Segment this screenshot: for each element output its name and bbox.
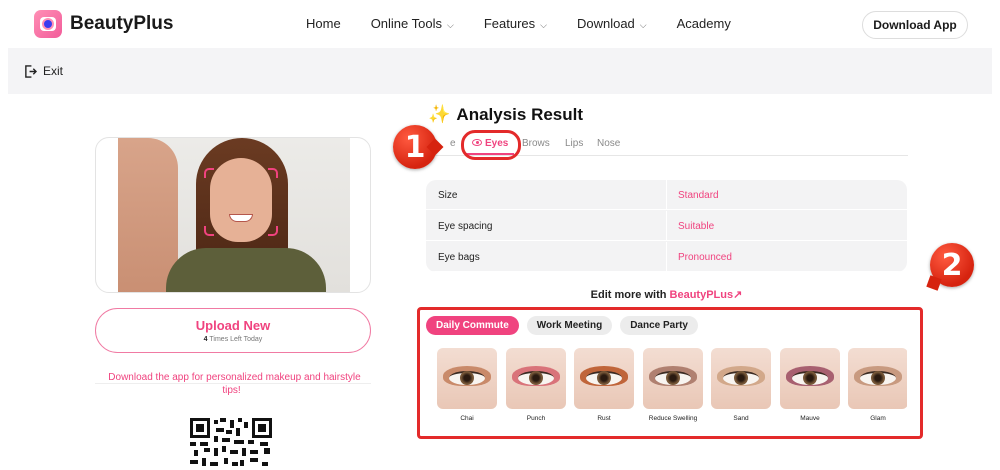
upload-new-button[interactable]: Upload New 4 Times Left Today xyxy=(95,308,371,353)
eye-look-thumbnail xyxy=(848,348,907,409)
nav-home[interactable]: Home xyxy=(306,16,341,31)
top-navbar: BeautyPlus Home Online Tools ⌵ Features ⌵ … xyxy=(0,0,1000,48)
upload-new-label: Upload New xyxy=(195,318,271,333)
tab-nose[interactable]: Nose xyxy=(597,138,620,149)
highlight-eyes-tab xyxy=(461,130,521,160)
exit-icon xyxy=(25,64,37,78)
analysis-result-title: ✨ Analysis Result xyxy=(428,104,584,124)
main-nav: Home Online Tools ⌵ Features ⌵ Download ⌵ A… xyxy=(306,16,761,31)
eye-look-label: Rust xyxy=(597,415,611,422)
nav-download[interactable]: Download ⌵ xyxy=(577,16,647,31)
eye-look-item[interactable]: Glam xyxy=(848,348,907,423)
chip-daily-commute[interactable]: Daily Commute xyxy=(426,316,519,335)
chevron-down-icon: ⌵ xyxy=(540,20,547,30)
eye-look-item[interactable]: Sand xyxy=(711,348,771,423)
eye-look-label: Chai xyxy=(460,415,474,422)
eye-look-label: Reduce Swelling xyxy=(648,415,698,422)
nav-academy[interactable]: Academy xyxy=(677,16,731,31)
table-row: Size Standard xyxy=(426,180,907,210)
qr-code xyxy=(190,418,276,470)
annotation-marker-1: 1 xyxy=(393,125,437,169)
download-app-button[interactable]: Download App xyxy=(862,11,968,39)
exit-button[interactable]: Exit xyxy=(24,64,63,78)
tab-lips[interactable]: Lips xyxy=(565,138,583,149)
eye-look-item[interactable]: Rust xyxy=(574,348,634,423)
nav-online-tools[interactable]: Online Tools ⌵ xyxy=(371,16,454,31)
eye-look-thumbnail xyxy=(643,348,703,409)
eye-look-label: Mauve xyxy=(800,415,820,422)
exit-bar: Exit xyxy=(8,48,992,94)
sparkle-icon: ✨ xyxy=(428,104,451,124)
eye-look-carousel: Chai Punch Rust Reduce Swelling Sand Mauve Gla… xyxy=(437,348,907,434)
eye-look-item[interactable]: Punch xyxy=(506,348,566,423)
eye-look-label: Punch xyxy=(526,415,546,422)
chip-work-meeting[interactable]: Work Meeting xyxy=(526,316,613,335)
upload-remaining: 4 Times Left Today xyxy=(203,336,263,343)
eye-look-label: Sand xyxy=(733,415,749,422)
eye-look-thumbnail xyxy=(506,348,566,409)
eye-look-thumbnail xyxy=(574,348,634,409)
eye-look-item[interactable]: Chai xyxy=(437,348,497,423)
edit-more-link[interactable]: Edit more with BeautyPLus↗ xyxy=(426,288,907,301)
table-row: Eye bags Pronounced xyxy=(426,242,907,272)
app-promo-text: Download the app for personalized makeup… xyxy=(95,371,371,397)
uploaded-photo xyxy=(118,138,350,292)
table-row: Eye spacing Suitable xyxy=(426,211,907,241)
eye-look-thumbnail xyxy=(711,348,771,409)
tab-face-partial[interactable]: e xyxy=(450,138,456,149)
eye-look-item[interactable]: Reduce Swelling xyxy=(643,348,703,423)
uploaded-photo-card xyxy=(95,137,371,293)
eye-look-thumbnail xyxy=(437,348,497,409)
eye-look-item[interactable]: Mauve xyxy=(780,348,840,423)
style-chips: Daily Commute Work Meeting Dance Party xyxy=(426,316,698,335)
eye-look-thumbnail xyxy=(780,348,840,409)
chevron-down-icon: ⌵ xyxy=(639,20,647,30)
external-link-icon: ↗ xyxy=(733,289,743,301)
chip-dance-party[interactable]: Dance Party xyxy=(620,316,698,335)
nav-features[interactable]: Features ⌵ xyxy=(484,16,547,31)
annotation-marker-2: 2 xyxy=(930,243,974,287)
beautyplus-logo-icon xyxy=(34,10,62,38)
brand-logo[interactable]: BeautyPlus xyxy=(34,10,173,38)
brand-name: BeautyPlus xyxy=(70,13,174,34)
tab-brows[interactable]: Brows xyxy=(522,138,550,149)
chevron-down-icon: ⌵ xyxy=(447,20,454,30)
eye-analysis-table: Size Standard Eye spacing Suitable Eye bag… xyxy=(426,180,907,272)
exit-label: Exit xyxy=(43,64,64,78)
eye-look-label: Glam xyxy=(870,415,886,422)
